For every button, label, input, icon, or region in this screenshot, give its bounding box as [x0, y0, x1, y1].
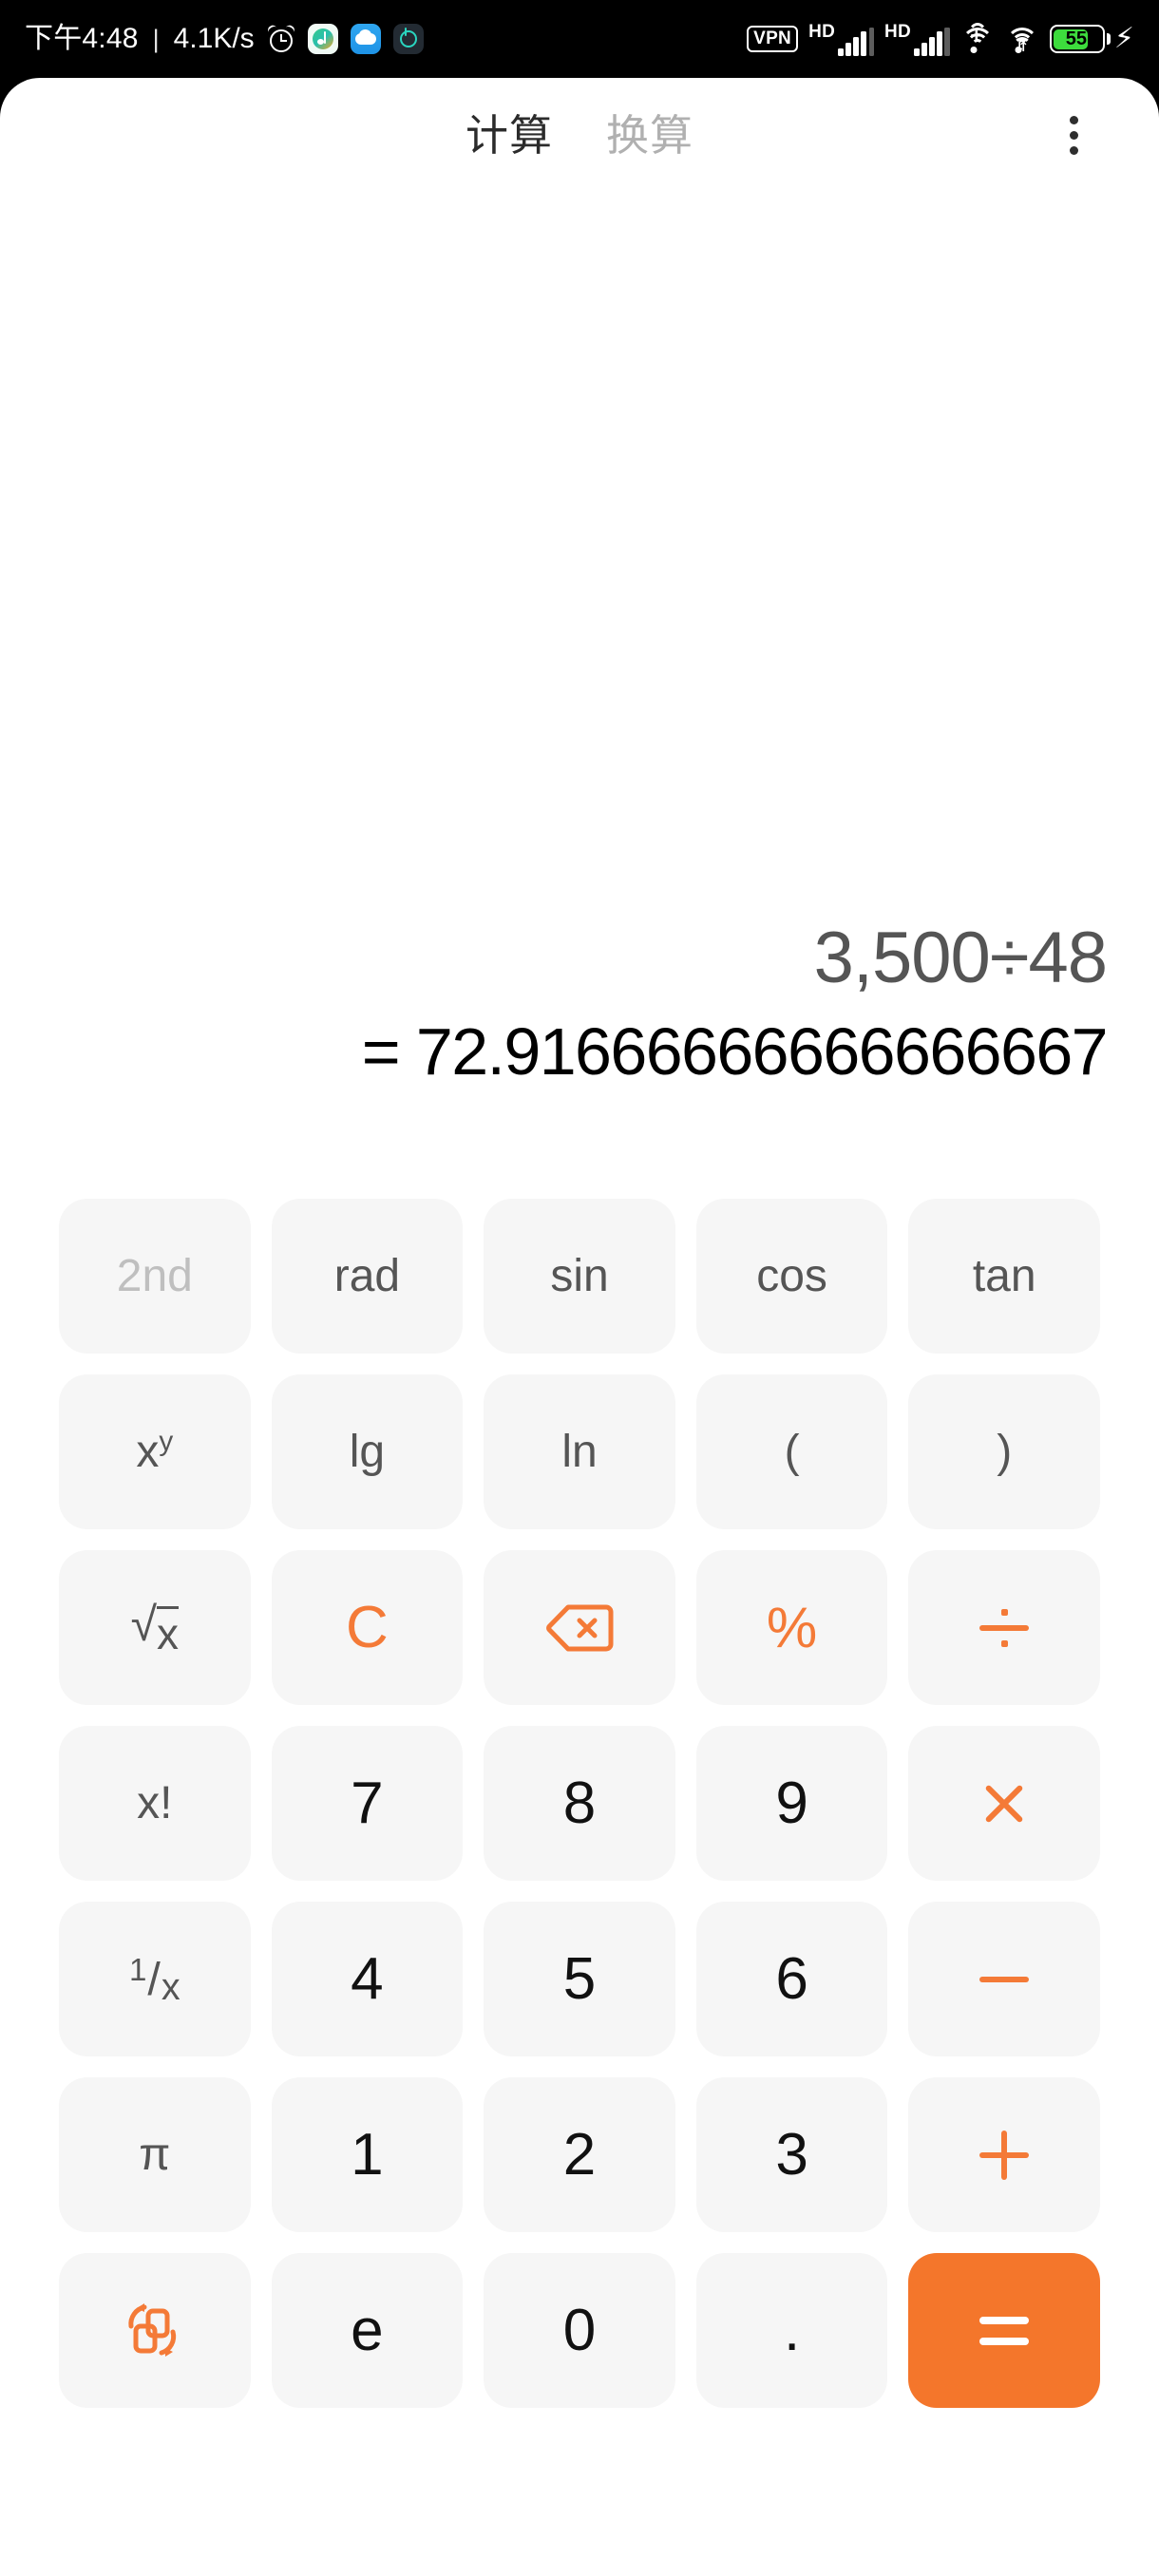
more-vertical-icon[interactable]	[1043, 104, 1104, 165]
vpn-icon: VPN	[747, 25, 799, 53]
key-6[interactable]: 6	[695, 1902, 888, 2056]
tab-calculate[interactable]: 计算	[466, 114, 553, 157]
key-convert[interactable]	[59, 2253, 251, 2408]
key-tan[interactable]: tan	[908, 1199, 1100, 1354]
key-power[interactable]: xy	[59, 1374, 251, 1529]
key-8[interactable]: 8	[484, 1726, 675, 1881]
charging-bolt-icon: ⚡	[1113, 23, 1134, 54]
key-paren-close[interactable]: )	[908, 1374, 1100, 1529]
wifi-plus-icon: +	[960, 23, 995, 53]
wifi-icon: ⇵	[1005, 25, 1039, 53]
convert-swap-icon	[124, 2301, 186, 2360]
cloud-app-icon	[350, 24, 381, 54]
network-speed-label: 4.1K/s	[173, 23, 255, 54]
expression-text: 3,500÷48	[813, 917, 1108, 998]
key-decimal[interactable]: .	[695, 2253, 888, 2408]
key-2[interactable]: 2	[484, 2077, 675, 2232]
key-paren-open[interactable]: (	[695, 1374, 888, 1529]
key-multiply[interactable]	[908, 1726, 1100, 1881]
app-header: 计算 换算	[0, 78, 1159, 192]
battery-percent-label: 55	[1065, 28, 1088, 49]
key-pi[interactable]: π	[59, 2077, 251, 2232]
status-separator: |	[152, 24, 160, 53]
calculator-app: 计算 换算 3,500÷48 = 72.91666666666666667 2n…	[0, 78, 1159, 2576]
hd-label-sim2: HD	[884, 21, 912, 42]
keypad: 2nd rad sin cos tan xy lg ln ( ) √ x C %…	[0, 1199, 1159, 2446]
ring-app-icon	[392, 24, 424, 54]
key-7[interactable]: 7	[271, 1726, 464, 1881]
key-e[interactable]: e	[271, 2253, 464, 2408]
key-backspace[interactable]	[484, 1550, 675, 1705]
tab-bar: 计算 换算	[466, 114, 694, 157]
status-bar-left: 下午4:48 | 4.1K/s	[25, 23, 424, 54]
key-factorial[interactable]: x!	[59, 1726, 251, 1881]
music-app-icon	[307, 24, 338, 54]
display-area: 3,500÷48 = 72.91666666666666667	[0, 192, 1159, 1199]
key-ln[interactable]: ln	[484, 1374, 675, 1529]
key-0[interactable]: 0	[484, 2253, 675, 2408]
key-plus[interactable]	[908, 2077, 1100, 2232]
status-clock: 下午4:48	[25, 23, 139, 54]
equals-icon	[979, 2315, 1030, 2347]
signal-sim2-icon: HD	[884, 23, 950, 56]
key-sin[interactable]: sin	[484, 1199, 675, 1354]
key-reciprocal[interactable]: 1/x	[59, 1902, 251, 2056]
key-divide[interactable]	[908, 1550, 1100, 1705]
alarm-icon	[265, 23, 296, 53]
key-1[interactable]: 1	[271, 2077, 464, 2232]
key-2nd[interactable]: 2nd	[59, 1199, 251, 1354]
key-9[interactable]: 9	[695, 1726, 888, 1881]
key-rad[interactable]: rad	[271, 1199, 464, 1354]
key-clear[interactable]: C	[271, 1550, 464, 1705]
hd-label-sim1: HD	[808, 21, 836, 42]
tab-convert[interactable]: 换算	[606, 114, 694, 157]
key-sqrt[interactable]: √ x	[59, 1550, 251, 1705]
status-bar: 下午4:48 | 4.1K/s VPN HD HD + ⇵ 55 ⚡	[0, 0, 1159, 78]
key-minus[interactable]	[908, 1902, 1100, 2056]
plus-icon	[979, 2130, 1030, 2180]
status-bar-right: VPN HD HD + ⇵ 55 ⚡	[747, 23, 1134, 56]
key-4[interactable]: 4	[271, 1902, 464, 2056]
key-5[interactable]: 5	[484, 1902, 675, 2056]
minus-icon	[979, 1976, 1030, 1982]
battery-icon: 55 ⚡	[1049, 23, 1134, 54]
key-cos[interactable]: cos	[695, 1199, 888, 1354]
key-3[interactable]: 3	[695, 2077, 888, 2232]
result-text: = 72.91666666666666667	[361, 1013, 1109, 1089]
key-equals[interactable]	[908, 2253, 1100, 2408]
key-log10[interactable]: lg	[271, 1374, 464, 1529]
multiply-icon	[980, 1780, 1028, 1828]
key-percent[interactable]: %	[695, 1550, 888, 1705]
divide-icon	[979, 1603, 1030, 1653]
backspace-icon	[545, 1603, 614, 1653]
phone-screen: 下午4:48 | 4.1K/s VPN HD HD + ⇵ 55 ⚡ 计算 换算…	[0, 0, 1159, 2576]
signal-sim1-icon: HD	[808, 23, 874, 56]
